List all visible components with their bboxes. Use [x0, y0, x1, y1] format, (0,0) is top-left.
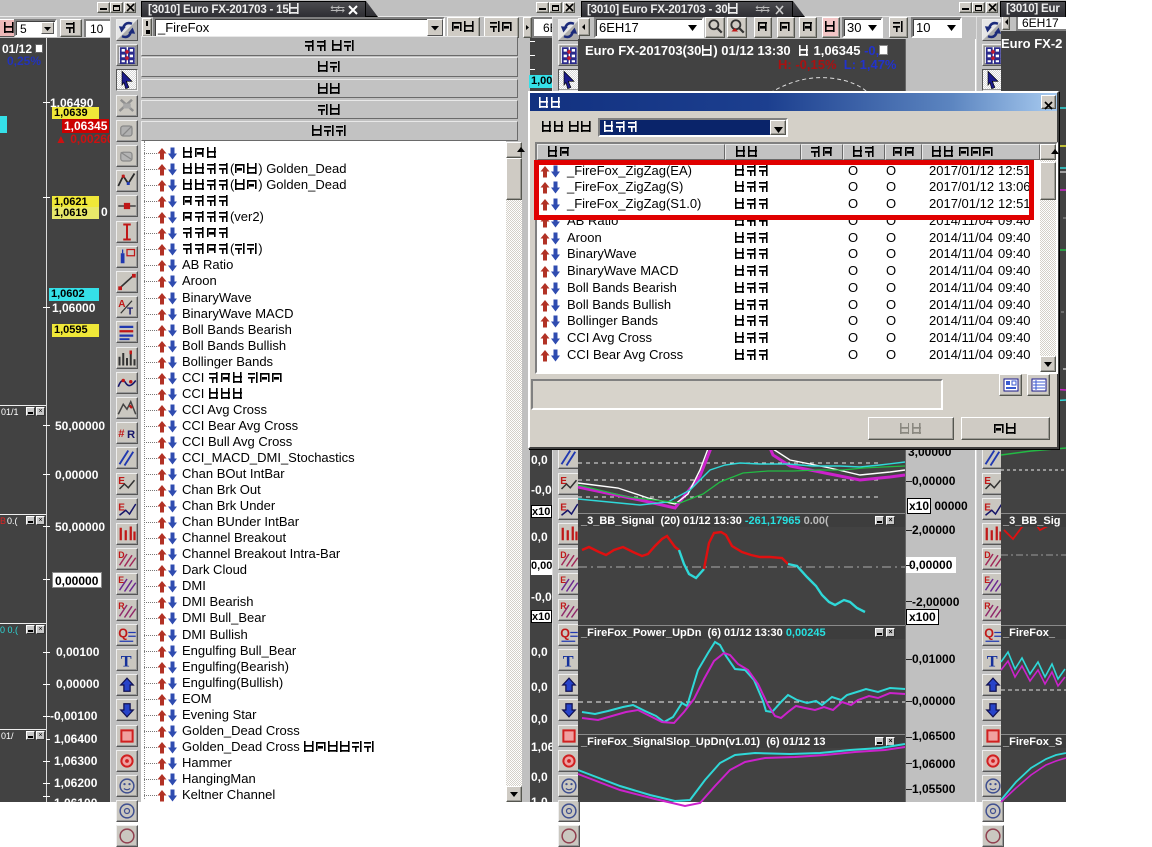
- svg-text:T: T: [127, 307, 133, 318]
- svg-text:R: R: [127, 429, 135, 441]
- svg-text:T: T: [563, 652, 574, 670]
- svg-text:Q: Q: [118, 626, 128, 640]
- svg-text:T: T: [121, 652, 132, 670]
- svg-text:Q: Q: [560, 626, 570, 640]
- svg-text:#: #: [118, 428, 125, 440]
- svg-text:Q: Q: [984, 626, 994, 640]
- svg-text:T: T: [987, 652, 998, 670]
